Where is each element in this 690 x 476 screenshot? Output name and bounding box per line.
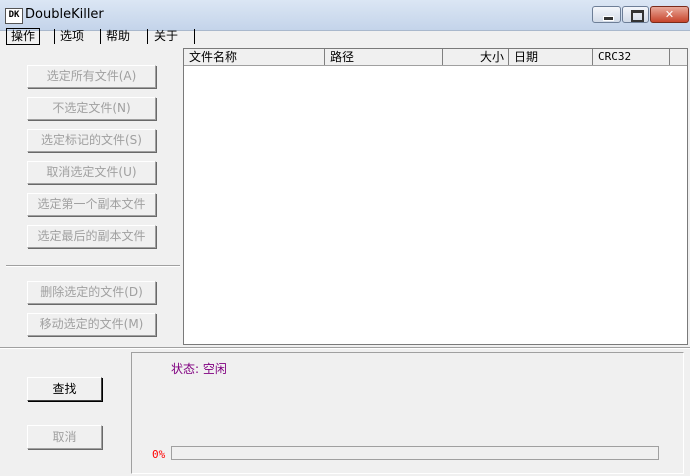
- close-button[interactable]: ✕: [650, 6, 689, 23]
- minimize-button[interactable]: [592, 6, 621, 23]
- column-header-date[interactable]: 日期: [509, 49, 593, 65]
- app-logo-icon: DK: [5, 8, 23, 24]
- minimize-icon: [603, 16, 614, 21]
- select-none-button[interactable]: 不选定文件(N): [27, 97, 156, 120]
- window-title: DoubleKiller: [25, 7, 104, 22]
- delete-selected-button[interactable]: 删除选定的文件(D): [27, 281, 156, 304]
- status-panel: 状态: 空闲 0%: [131, 352, 684, 474]
- select-all-button[interactable]: 选定所有文件(A): [27, 65, 156, 88]
- select-last-duplicate-button[interactable]: 选定最后的副本文件: [27, 225, 156, 248]
- file-list[interactable]: 文件名称 路径 大小 日期 CRC32: [183, 48, 688, 345]
- status-text: 状态: 空闲: [171, 362, 227, 376]
- menu-operate[interactable]: 操作: [6, 28, 41, 45]
- progress-percent: 0%: [152, 448, 166, 461]
- close-icon: ✕: [664, 8, 675, 21]
- column-header-path[interactable]: 路径: [325, 49, 443, 65]
- menu-about[interactable]: 关于: [150, 28, 182, 45]
- maximize-button[interactable]: [622, 6, 649, 23]
- menu-help[interactable]: 帮助: [102, 28, 134, 45]
- panel-divider: [0, 347, 690, 349]
- cancel-button[interactable]: 取消: [27, 425, 102, 449]
- sidebar-divider: [6, 265, 180, 267]
- title-bar: DK DoubleKiller ✕: [0, 0, 690, 31]
- select-marked-button[interactable]: 选定标记的文件(S): [27, 129, 156, 152]
- column-header-size[interactable]: 大小: [443, 49, 509, 65]
- progress-bar: [171, 446, 659, 460]
- menu-options[interactable]: 选项: [56, 28, 88, 45]
- menu-separator: [147, 29, 148, 44]
- column-header-name[interactable]: 文件名称: [184, 49, 325, 65]
- column-header-crc32[interactable]: CRC32: [593, 49, 670, 65]
- menu-separator: [54, 29, 55, 44]
- file-list-header: 文件名称 路径 大小 日期 CRC32: [184, 49, 687, 66]
- menu-separator: [100, 29, 101, 44]
- unselect-button[interactable]: 取消选定文件(U): [27, 161, 156, 184]
- menu-bar: 操作 选项 帮助 关于: [0, 28, 690, 46]
- search-button[interactable]: 查找: [27, 377, 102, 401]
- maximize-icon: [631, 10, 644, 22]
- menu-separator: [194, 29, 195, 44]
- select-first-duplicate-button[interactable]: 选定第一个副本文件: [27, 193, 156, 216]
- move-selected-button[interactable]: 移动选定的文件(M): [27, 313, 156, 336]
